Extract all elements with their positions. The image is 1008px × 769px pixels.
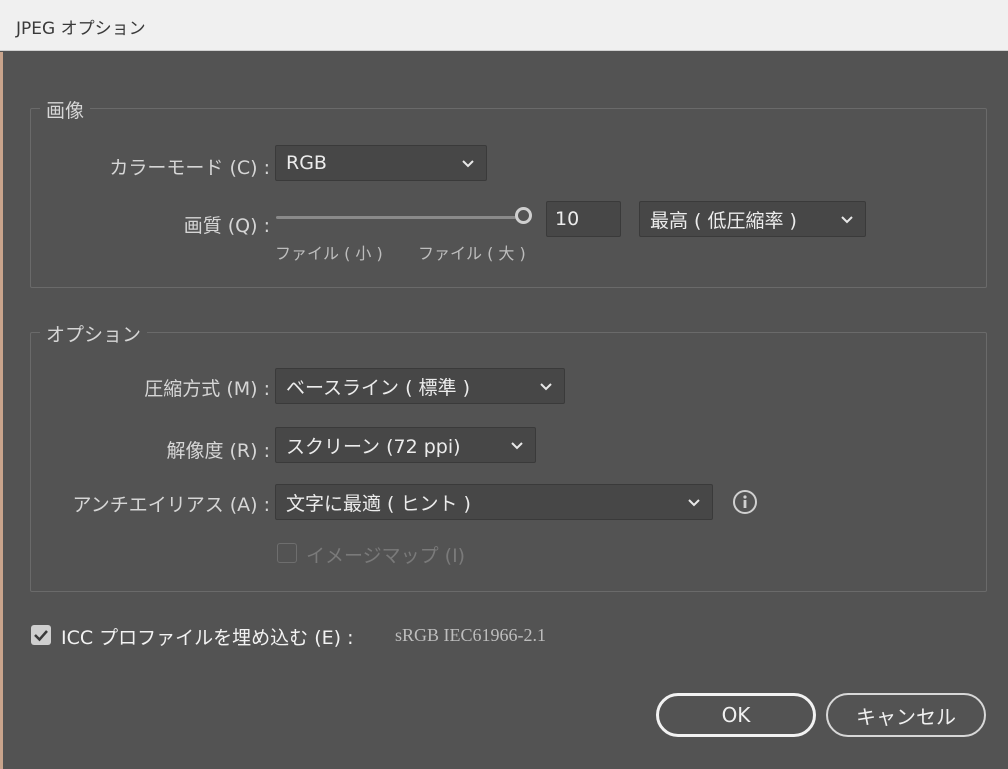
chevron-down-icon: [511, 442, 523, 450]
color-mode-select[interactable]: RGB: [275, 145, 487, 181]
quality-slider-thumb[interactable]: [515, 207, 532, 224]
antialias-select[interactable]: 文字に最適 ( ヒント ): [275, 484, 713, 520]
cancel-button[interactable]: キャンセル: [826, 693, 986, 737]
title-bar[interactable]: JPEG オプション: [0, 0, 1008, 51]
resolution-value: スクリーン (72 ppi): [286, 435, 461, 458]
color-mode-value: RGB: [286, 152, 327, 174]
info-icon[interactable]: [732, 489, 758, 515]
resolution-select[interactable]: スクリーン (72 ppi): [275, 427, 536, 463]
icc-label: ICC プロファイルを埋め込む (E) :: [61, 627, 354, 649]
antialias-value: 文字に最適 ( ヒント ): [286, 492, 471, 515]
quality-value-field[interactable]: 10: [546, 201, 621, 237]
color-mode-label: カラーモード (C) :: [109, 157, 270, 179]
resolution-label: 解像度 (R) :: [166, 440, 270, 462]
window-title: JPEG オプション: [16, 19, 146, 39]
quality-hint-small: ファイル ( 小 ): [275, 244, 383, 263]
imagemap-label: イメージマップ (I): [306, 545, 466, 567]
ok-button[interactable]: OK: [656, 693, 816, 737]
chevron-down-icon: [462, 160, 474, 168]
options-group-title: オプション: [40, 320, 148, 347]
chevron-down-icon: [688, 499, 700, 507]
compression-label: 圧縮方式 (M) :: [144, 378, 270, 400]
quality-preset-select[interactable]: 最高 ( 低圧縮率 ): [639, 201, 866, 237]
quality-slider-track[interactable]: [276, 216, 516, 219]
image-group-title: 画像: [40, 96, 91, 123]
quality-preset-value: 最高 ( 低圧縮率 ): [650, 209, 797, 232]
compression-value: ベースライン ( 標準 ): [286, 376, 470, 399]
checkmark-icon: [34, 630, 48, 642]
icc-checkbox[interactable]: [31, 625, 51, 645]
compression-select[interactable]: ベースライン ( 標準 ): [275, 368, 565, 404]
chevron-down-icon: [841, 216, 853, 224]
window-edge: [0, 52, 3, 769]
imagemap-checkbox[interactable]: [277, 543, 297, 563]
quality-value: 10: [555, 208, 580, 230]
antialias-label: アンチエイリアス (A) :: [72, 494, 270, 516]
quality-hint-large: ファイル ( 大 ): [418, 244, 526, 263]
icc-profile-name: sRGB IEC61966-2.1: [395, 625, 547, 645]
chevron-down-icon: [540, 383, 552, 391]
quality-label: 画質 (Q) :: [183, 215, 270, 237]
